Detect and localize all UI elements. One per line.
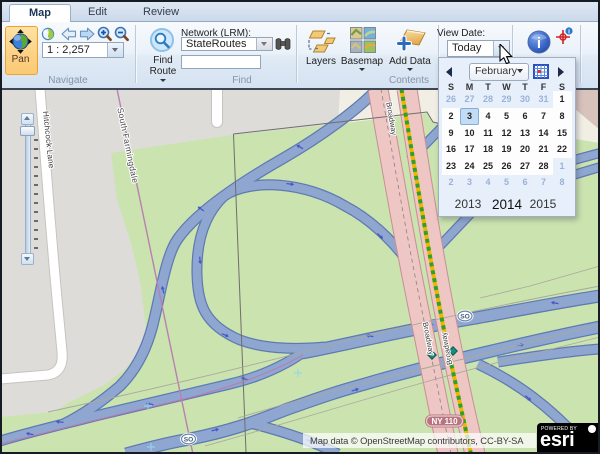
svg-text:SO: SO (460, 313, 470, 320)
svg-text:NY 110: NY 110 (431, 417, 458, 426)
svg-text:i: i (537, 35, 541, 52)
svg-text:i: i (568, 29, 570, 36)
svg-text:SO: SO (184, 436, 194, 443)
